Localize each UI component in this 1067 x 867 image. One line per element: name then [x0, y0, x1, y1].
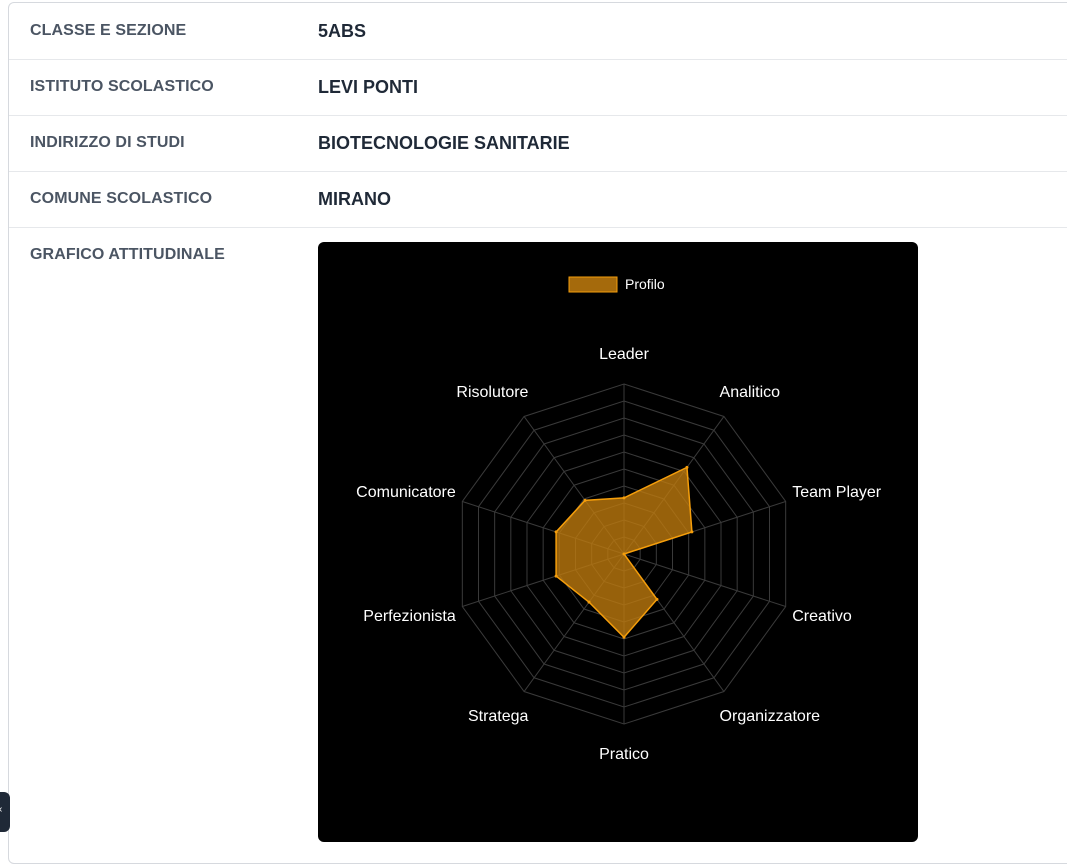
legend-label: Profilo	[625, 276, 665, 292]
side-toggle-tab[interactable]: ‹	[0, 792, 10, 832]
radar-chart-container: Leader Analitico Team Player Creativo Organi…	[318, 242, 918, 842]
row-class-section: CLASSE E SEZIONE 5ABS	[9, 3, 1067, 60]
municipality-value: MIRANO	[318, 189, 391, 209]
radar-axis-label: Leader	[599, 346, 649, 363]
radar-data-point	[622, 496, 626, 500]
row-study-field: INDIRIZZO DI STUDI BIOTECNOLOGIE SANITAR…	[9, 115, 1067, 172]
study-field-label: INDIRIZZO DI STUDI	[30, 134, 185, 151]
radar-axis-label: Organizzatore	[720, 708, 821, 725]
aptitude-chart-label: GRAFICO ATTITUDINALE	[30, 246, 225, 263]
profile-panel: CLASSE E SEZIONE 5ABS ISTITUTO SCOLASTIC…	[8, 2, 1067, 864]
radar-chart: Leader Analitico Team Player Creativo Organi…	[356, 276, 882, 763]
radar-data-point	[622, 552, 626, 556]
radar-axis-label: Analitico	[720, 384, 781, 401]
radar-axis-label: Comunicatore	[356, 484, 456, 501]
row-municipality: COMUNE SCOLASTICO MIRANO	[9, 171, 1067, 228]
school-label: ISTITUTO SCOLASTICO	[30, 78, 214, 95]
radar-axis-label: Creativo	[792, 608, 852, 625]
radar-data-point	[655, 597, 659, 601]
class-section-label: CLASSE E SEZIONE	[30, 22, 187, 39]
radar-axis-label: Pratico	[599, 746, 649, 763]
row-school: ISTITUTO SCOLASTICO LEVI PONTI	[9, 59, 1067, 116]
radar-data-point	[690, 530, 694, 534]
radar-data-point	[554, 530, 558, 534]
radar-data-point	[685, 465, 689, 469]
municipality-label: COMUNE SCOLASTICO	[30, 190, 213, 207]
school-value: LEVI PONTI	[318, 77, 419, 97]
radar-data-point	[583, 498, 587, 502]
radar-data-point	[622, 635, 626, 639]
radar-axis-label: Perfezionista	[363, 608, 456, 625]
class-section-value: 5ABS	[318, 21, 367, 41]
radar-axis-label: Stratega	[468, 708, 529, 725]
legend-swatch	[568, 276, 618, 293]
radar-axis-label: Team Player	[792, 484, 882, 501]
radar-data-point	[587, 600, 591, 604]
radar-axis-label: Risolutore	[456, 384, 528, 401]
study-field-value: BIOTECNOLOGIE SANITARIE	[318, 133, 570, 153]
radar-data-point	[554, 574, 558, 578]
chevron-left-icon: ‹	[0, 804, 2, 815]
